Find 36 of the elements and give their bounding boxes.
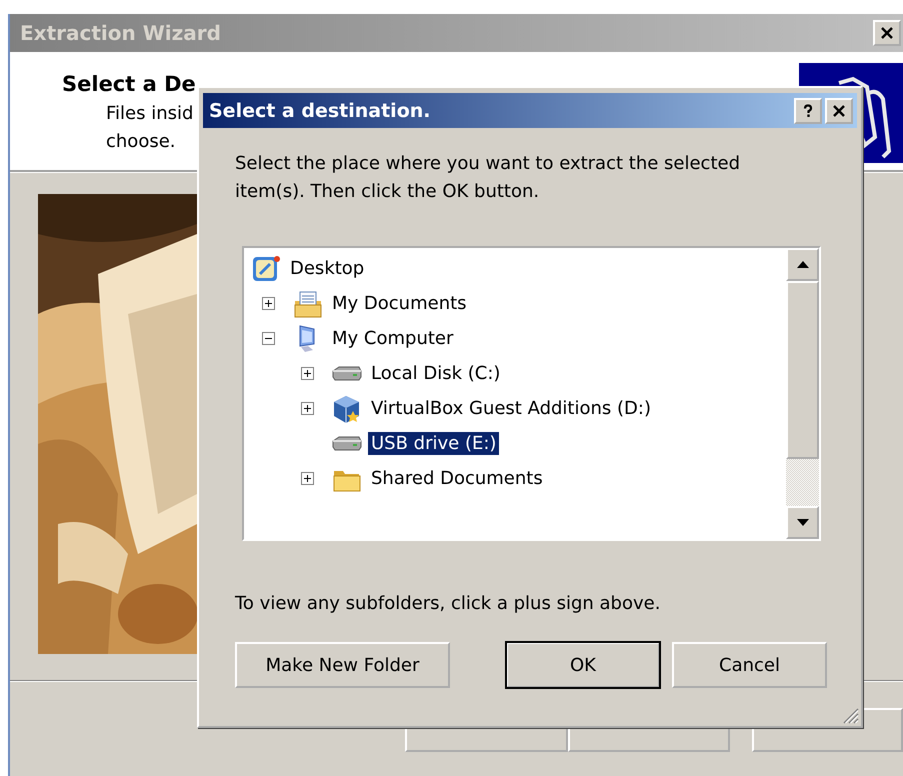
hint-text: To view any subfolders, click a plus sign above. — [235, 593, 662, 614]
up-arrow-icon — [796, 261, 808, 268]
description-text: choose. — [106, 130, 177, 154]
collapse-icon[interactable] — [262, 332, 275, 345]
dialog-title: Select a destination. — [209, 100, 430, 122]
expand-icon[interactable] — [301, 472, 314, 485]
help-button[interactable] — [794, 98, 822, 124]
tree-item[interactable]: My Computer — [329, 327, 456, 350]
desktop-icon — [250, 254, 282, 284]
question-mark-icon — [801, 104, 815, 118]
tree-item[interactable]: Local Disk (C:) — [368, 362, 504, 385]
down-arrow-icon — [796, 519, 808, 526]
wizard-heading: Select a De — [62, 72, 196, 96]
expand-icon[interactable] — [301, 402, 314, 415]
expand-icon[interactable] — [301, 367, 314, 380]
scroll-up-button[interactable] — [786, 248, 819, 281]
window-title: Extraction Wizard — [20, 21, 221, 45]
ok-button[interactable]: OK — [506, 642, 660, 688]
make-folder-button[interactable]: Make New Folder — [235, 642, 450, 688]
close-icon — [880, 26, 894, 40]
instructions-text: Select the place where you want to extract the selected item(s). Then click the OK button. — [235, 152, 742, 204]
scroll-thumb[interactable] — [786, 281, 819, 459]
tree-item[interactable]: Desktop — [287, 257, 368, 280]
expand-icon[interactable] — [262, 297, 275, 310]
tree-item[interactable]: VirtualBox Guest Additions (D:) — [368, 397, 654, 420]
close-icon — [832, 104, 846, 118]
tree-item[interactable]: My Documents — [329, 292, 470, 315]
cancel-button[interactable]: Cancel — [672, 642, 827, 688]
close-button[interactable] — [825, 98, 853, 124]
resize-grip-icon[interactable] — [841, 706, 859, 724]
tree-item[interactable]: Shared Documents — [368, 467, 546, 490]
tree-item[interactable]: USB drive (E:) — [368, 432, 500, 455]
close-button[interactable] — [873, 20, 901, 46]
scroll-down-button[interactable] — [786, 506, 819, 539]
documents-icon — [292, 288, 324, 318]
description-text: Files insid — [106, 102, 194, 126]
